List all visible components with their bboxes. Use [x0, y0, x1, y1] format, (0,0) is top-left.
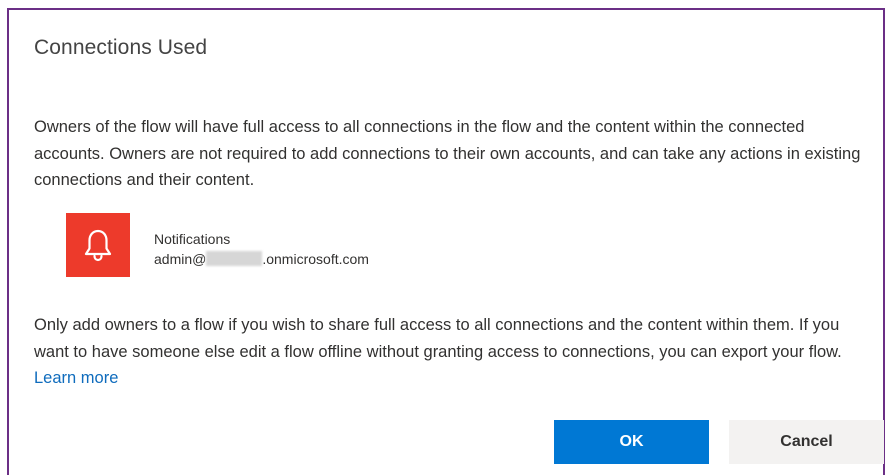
connection-details: Notifications admin@ .onmicrosoft.com [154, 229, 369, 269]
redacted-domain [206, 251, 263, 266]
cancel-button[interactable]: Cancel [729, 420, 884, 464]
owners-warning-text: Only add owners to a flow if you wish to… [34, 316, 842, 361]
connection-item: Notifications admin@ .onmicrosoft.com [66, 213, 369, 277]
dialog-title: Connections Used [34, 36, 208, 59]
account-prefix: admin@ [154, 251, 207, 267]
account-suffix: .onmicrosoft.com [262, 251, 369, 267]
connection-name: Notifications [154, 231, 231, 247]
owners-warning-description: Only add owners to a flow if you wish to… [34, 312, 874, 392]
connections-used-dialog: Connections Used Owners of the flow will… [7, 8, 885, 475]
bell-icon [84, 229, 112, 262]
connection-account: admin@ .onmicrosoft.com [154, 249, 369, 269]
owners-access-description: Owners of the flow will have full access… [34, 118, 861, 189]
connection-tile [66, 213, 130, 277]
ok-button[interactable]: OK [554, 420, 709, 464]
learn-more-link[interactable]: Learn more [34, 369, 118, 387]
